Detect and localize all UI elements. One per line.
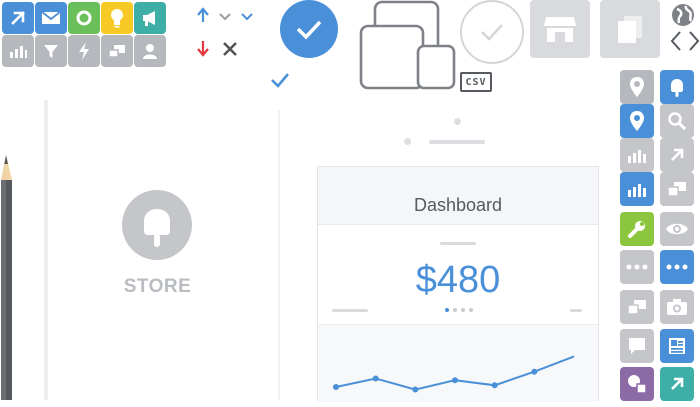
data-point[interactable] [491, 382, 498, 389]
series-line [335, 355, 575, 391]
check-circle-outline[interactable] [460, 0, 524, 64]
check-icon [270, 72, 290, 93]
bar-chart-icon[interactable] [2, 35, 34, 67]
nav-placeholder-left[interactable] [332, 309, 368, 312]
close-icon[interactable] [222, 41, 238, 62]
popsicle-icon[interactable] [660, 70, 694, 104]
amount-value: $480 [415, 259, 501, 301]
phone-camera [454, 118, 461, 125]
page-dot[interactable] [445, 308, 449, 312]
chevron-down-icon[interactable] [240, 9, 254, 27]
megaphone-icon[interactable] [134, 2, 166, 34]
data-point[interactable] [372, 375, 379, 382]
page-indicator[interactable] [445, 308, 473, 312]
data-point[interactable] [452, 377, 458, 384]
phone-screen: Dashboard $480 [317, 166, 599, 402]
label-placeholder [440, 242, 476, 245]
phone-speaker [429, 140, 485, 144]
wrench-icon[interactable] [620, 212, 654, 246]
mail-icon[interactable] [35, 2, 67, 34]
chart-area [318, 324, 598, 402]
store-label: STORE [123, 276, 192, 297]
storefront-icon[interactable] [530, 0, 590, 58]
data-point[interactable] [531, 368, 538, 375]
arrow-up-right-icon[interactable] [660, 367, 694, 401]
page-dot[interactable] [469, 308, 473, 312]
arrow-down-icon[interactable] [196, 40, 210, 63]
circle-icon[interactable] [68, 2, 100, 34]
dashboard-title: Dashboard [413, 195, 503, 215]
layers-icon[interactable] [660, 172, 694, 206]
data-point[interactable] [333, 384, 339, 390]
phone-sensor [404, 138, 411, 145]
layers-icon[interactable] [101, 35, 133, 67]
shapes-icon[interactable] [620, 367, 654, 401]
globe-icon[interactable] [670, 2, 696, 33]
nav-placeholder-right[interactable] [570, 309, 582, 312]
line-chart [333, 355, 575, 393]
bar-chart-icon[interactable] [620, 138, 654, 172]
map-pin-icon[interactable] [620, 104, 654, 138]
more-icon[interactable] [660, 250, 694, 284]
camera-icon[interactable] [660, 290, 694, 324]
bar-chart-icon[interactable] [620, 172, 654, 206]
page-dot[interactable] [461, 308, 465, 312]
map-pin-icon[interactable] [620, 70, 654, 104]
pencil-icon [0, 150, 14, 405]
comment-icon[interactable] [620, 329, 654, 363]
chevron-down-icon[interactable] [218, 9, 232, 27]
check-button[interactable] [280, 0, 338, 58]
windows-icon[interactable] [355, 0, 460, 100]
code-brackets-icon[interactable] [670, 30, 700, 57]
layers-icon[interactable] [620, 290, 654, 324]
eye-icon[interactable] [660, 212, 694, 246]
search-icon[interactable] [660, 104, 694, 138]
lightning-icon[interactable] [68, 35, 100, 67]
csv-badge[interactable]: CSV [460, 72, 492, 92]
news-icon[interactable] [660, 329, 694, 363]
panel-divider [278, 110, 280, 400]
bulb-icon[interactable] [101, 2, 133, 34]
page-dot[interactable] [453, 308, 457, 312]
person-icon[interactable] [134, 35, 166, 67]
popsicle-icon [122, 190, 192, 260]
data-point[interactable] [412, 386, 419, 393]
funnel-icon[interactable] [35, 35, 67, 67]
cards-icon[interactable] [600, 0, 660, 58]
arrow-up-right-icon[interactable] [660, 138, 694, 172]
arrow-up-icon[interactable] [196, 7, 210, 28]
arrow-up-right-icon[interactable] [2, 2, 34, 34]
check-icon [481, 24, 503, 41]
more-icon[interactable] [620, 250, 654, 284]
check-icon [296, 20, 322, 40]
panel-divider [44, 100, 48, 400]
